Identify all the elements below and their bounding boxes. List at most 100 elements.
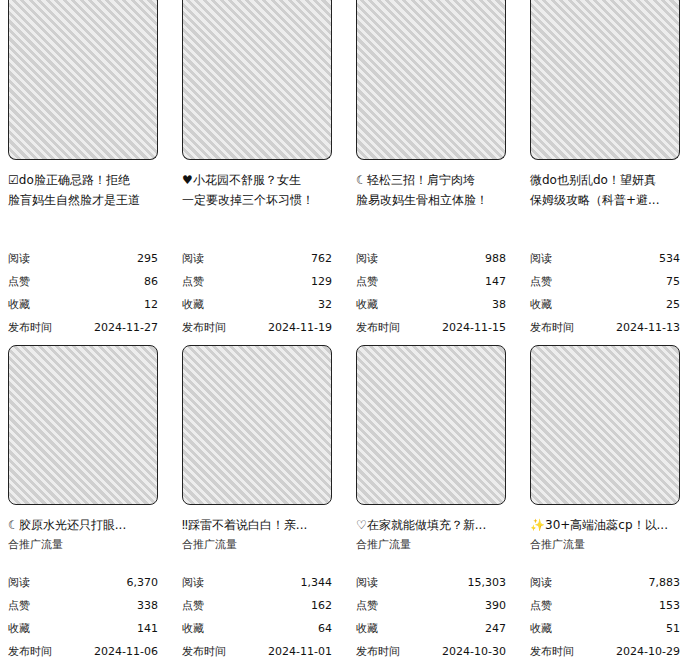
note-title[interactable]: ☾胶原水光还只打眼... — [8, 515, 158, 535]
stat-row: 发布时间2024-11-13 — [530, 316, 680, 339]
stat-label: 收藏 — [530, 621, 552, 636]
stat-row: 点赞129 — [182, 270, 332, 293]
stat-row: 点赞338 — [8, 594, 158, 617]
stat-row: 发布时间 2024-11-27 — [8, 316, 158, 339]
note-card[interactable]: ♥小花园不舒服？女生一定要改掉三个坏习惯！阅读762点赞129收藏32发布时间2… — [182, 0, 332, 345]
note-title[interactable]: ☾轻松三招！肩宁肉垮脸易改妈生骨相立体脸！ — [356, 170, 506, 210]
title-line[interactable]: 保姆级攻略（科普+避... — [530, 190, 680, 210]
stat-label: 发布时间 — [182, 644, 226, 659]
note-title[interactable]: ✨30+高端油蕊cp！以... — [530, 515, 680, 535]
stat-row: 发布时间2024-10-29 — [530, 640, 680, 663]
stat-value: 141 — [137, 622, 158, 635]
stat-label: 点赞 — [182, 274, 204, 289]
note-title[interactable]: ♥小花园不舒服？女生一定要改掉三个坏习惯！ — [182, 170, 332, 210]
title-line[interactable]: 脸盲妈生自然脸才是王道 — [8, 190, 158, 210]
stat-label: 收藏 — [356, 621, 378, 636]
stat-label: 阅读 — [356, 251, 378, 266]
title-line[interactable]: ☾胶原水光还只打眼... — [8, 515, 158, 535]
stat-label: 发布时间 — [8, 320, 52, 335]
stat-label: 发布时间 — [182, 320, 226, 335]
stat-value: 75 — [666, 275, 680, 288]
note-card[interactable]: ✨30+高端油蕊cp！以...合推广流量阅读 7,883 点赞 153 收藏51发布时间… — [530, 345, 680, 669]
cover-image[interactable] — [530, 345, 680, 505]
promotion-tag: 合推广流量 — [356, 535, 506, 555]
stat-label: 阅读 — [530, 575, 552, 590]
title-line[interactable]: ☑do脸正确忌路！拒绝 — [8, 170, 158, 190]
stat-value: 2024-11-19 — [268, 321, 332, 334]
stat-label: 阅读 — [182, 251, 204, 266]
stat-row: 收藏64 — [182, 617, 332, 640]
stat-row: 收藏 141 — [8, 617, 158, 640]
promotion-tag: 合推广流量 — [8, 535, 158, 555]
cover-image[interactable] — [182, 345, 332, 505]
stat-value: 7,883 — [649, 576, 681, 589]
cover-image[interactable] — [356, 345, 506, 505]
title-line[interactable]: 脸易改妈生骨相立体脸！ — [356, 190, 506, 210]
stat-label: 收藏 — [182, 621, 204, 636]
title-line[interactable]: ‼踩雷不着说白白！亲... — [182, 515, 332, 535]
title-line[interactable]: ♥小花园不舒服？女生 — [182, 170, 332, 190]
stat-label: 点赞 — [8, 598, 30, 613]
stat-row: 收藏51 — [530, 617, 680, 640]
stat-value: 1,344 — [301, 576, 333, 589]
title-line[interactable]: 微do也别乱do！望妍真 — [530, 170, 680, 190]
stat-label: 点赞 — [8, 274, 30, 289]
note-card[interactable]: ☾轻松三招！肩宁肉垮脸易改妈生骨相立体脸！ 阅读988点赞147收藏38发布时间2… — [356, 0, 506, 345]
stat-row: 点赞390 — [356, 594, 506, 617]
stat-row: 收藏25 — [530, 293, 680, 316]
stat-value: 162 — [311, 599, 332, 612]
stat-label: 发布时间 — [8, 644, 52, 659]
note-card[interactable]: 微do也别乱do！望妍真保姆级攻略（科普+避...阅读534点赞75收藏25发布… — [530, 0, 680, 345]
cover-image[interactable] — [8, 345, 158, 505]
note-title[interactable]: 微do也别乱do！望妍真保姆级攻略（科普+避... — [530, 170, 680, 210]
stat-value: 32 — [318, 298, 332, 311]
cover-image[interactable] — [530, 0, 680, 160]
stat-value: 6,370 — [127, 576, 159, 589]
stats-list: 阅读988点赞147收藏38发布时间2024-11-15 — [356, 247, 506, 339]
title-line[interactable]: 一定要改掉三个坏习惯！ — [182, 190, 332, 210]
cover-image[interactable] — [182, 0, 332, 160]
note-card[interactable]: ☑do脸正确忌路！拒绝脸盲妈生自然脸才是王道阅读295点赞86收藏12发布时间2… — [8, 0, 158, 345]
stat-label: 阅读 — [8, 251, 30, 266]
stat-label: 收藏 — [182, 297, 204, 312]
stat-label: 收藏 — [8, 621, 30, 636]
title-line[interactable]: ♡在家就能做填充？新... — [356, 515, 506, 535]
stat-row: 收藏12 — [8, 293, 158, 316]
stat-value: 2024-11-01 — [268, 645, 332, 658]
stat-value: 15,303 — [468, 576, 507, 589]
stat-value: 247 — [485, 622, 506, 635]
title-line[interactable]: ✨30+高端油蕊cp！以... — [530, 515, 680, 535]
note-title[interactable]: ☑do脸正确忌路！拒绝脸盲妈生自然脸才是王道 — [8, 170, 158, 210]
stat-label: 点赞 — [530, 274, 552, 289]
stat-row: 点赞162 — [182, 594, 332, 617]
stats-list: 阅读762点赞129收藏32发布时间2024-11-19 — [182, 247, 332, 339]
note-title[interactable]: ♡在家就能做填充？新... — [356, 515, 506, 535]
stat-label: 点赞 — [530, 598, 552, 613]
stat-row: 点赞86 — [8, 270, 158, 293]
stat-value: 2024-11-15 — [442, 321, 506, 334]
stats-list: 阅读 7,883 点赞 153 收藏51发布时间2024-10-29 — [530, 571, 680, 663]
stat-row: 发布时间2024-10-30 — [356, 640, 506, 663]
stat-value: 25 — [666, 298, 680, 311]
cover-image[interactable] — [356, 0, 506, 160]
stat-row: 点赞 75 — [530, 270, 680, 293]
stat-label: 发布时间 — [530, 320, 574, 335]
stat-row: 阅读295 — [8, 247, 158, 270]
stat-value: 147 — [485, 275, 506, 288]
stat-row: 发布时间 2024-11-01 — [182, 640, 332, 663]
stat-row: 阅读 7,883 — [530, 571, 680, 594]
cover-image[interactable] — [8, 0, 158, 160]
stat-row: 发布时间2024-11-15 — [356, 316, 506, 339]
stat-value: 2024-11-27 — [94, 321, 158, 334]
promotion-tag: 合推广流量 — [530, 535, 680, 555]
note-card[interactable]: ♡在家就能做填充？新...合推广流量阅读15,303点赞390收藏247发布时间… — [356, 345, 506, 669]
note-title[interactable]: ‼踩雷不着说白白！亲... — [182, 515, 332, 535]
stat-value: 390 — [485, 599, 506, 612]
note-card[interactable]: ‼踩雷不着说白白！亲...合推广流量阅读1,344点赞162收藏64发布时间20… — [182, 345, 332, 669]
note-card[interactable]: ☾胶原水光还只打眼...合推广流量阅读6,370点赞338收藏141发布时间20… — [8, 345, 158, 669]
note-grid: ☑do脸正确忌路！拒绝脸盲妈生自然脸才是王道阅读295点赞86收藏12发布时间2… — [0, 0, 682, 669]
title-line[interactable]: ☾轻松三招！肩宁肉垮 — [356, 170, 506, 190]
stat-value: 153 — [659, 599, 680, 612]
stat-label: 阅读 — [182, 575, 204, 590]
stat-row: 点赞147 — [356, 270, 506, 293]
